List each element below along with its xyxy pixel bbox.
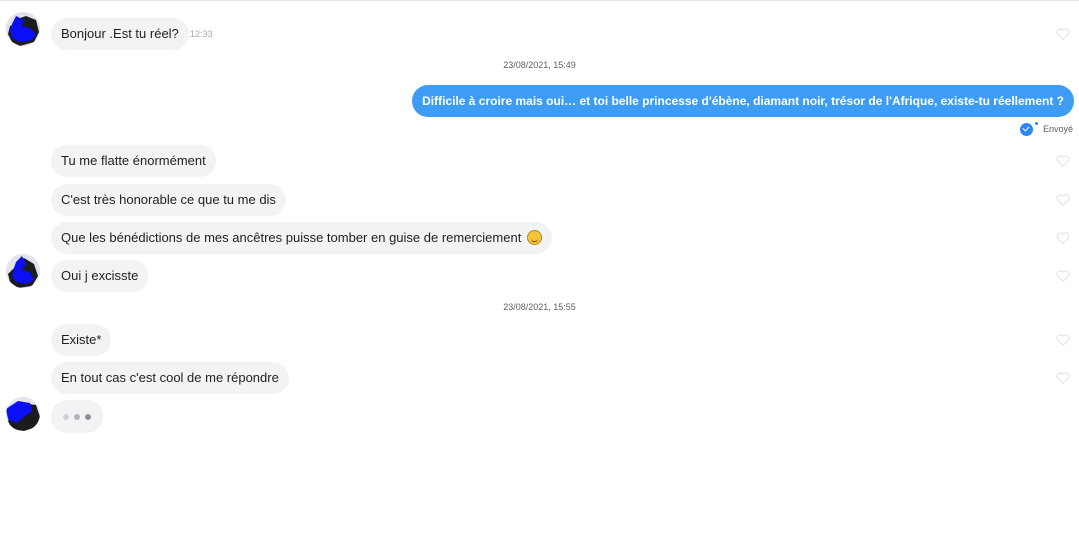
heart-outline-icon[interactable] <box>1056 193 1070 207</box>
date-separator: 23/08/2021, 15:49 <box>503 60 576 70</box>
double-check-icon <box>1019 122 1038 137</box>
contact-avatar[interactable] <box>6 397 40 431</box>
typing-indicator <box>51 400 103 433</box>
received-message[interactable]: Que les bénédictions de mes ancêtres pui… <box>51 222 552 254</box>
heart-outline-icon[interactable] <box>1056 269 1070 283</box>
received-message[interactable]: Bonjour .Est tu réel? <box>51 18 189 50</box>
received-message[interactable]: Tu me flatte énormément <box>51 145 216 177</box>
typing-dot <box>74 414 80 420</box>
heart-outline-icon[interactable] <box>1056 333 1070 347</box>
heart-outline-icon[interactable] <box>1056 371 1070 385</box>
heart-outline-icon[interactable] <box>1056 231 1070 245</box>
heart-outline-icon[interactable] <box>1056 27 1070 41</box>
sent-message[interactable]: Difficile à croire mais oui… et toi bell… <box>412 85 1074 117</box>
received-message[interactable]: Oui j excisste <box>51 260 149 292</box>
typing-dot <box>85 414 91 420</box>
contact-avatar[interactable] <box>6 254 40 288</box>
contact-avatar[interactable] <box>6 12 40 46</box>
smiling-face-emoji <box>526 230 542 245</box>
received-message[interactable]: Existe* <box>51 324 112 356</box>
top-divider <box>0 0 1079 1</box>
received-message[interactable]: C'est très honorable ce que tu me dis <box>51 184 286 216</box>
date-separator: 23/08/2021, 15:55 <box>503 302 576 312</box>
message-status: Envoyé <box>1019 121 1073 137</box>
heart-outline-icon[interactable] <box>1056 154 1070 168</box>
typing-dot <box>63 414 69 420</box>
message-time: 12:33 <box>190 29 213 39</box>
received-message[interactable]: En tout cas c'est cool de me répondre <box>51 362 289 394</box>
